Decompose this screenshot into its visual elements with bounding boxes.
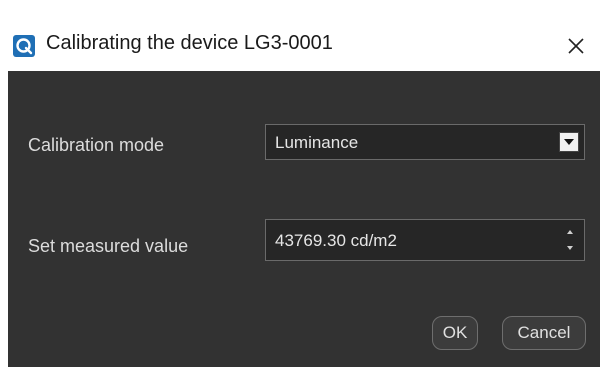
spin-up-icon[interactable]: [560, 224, 580, 240]
app-logo-icon: [13, 35, 35, 57]
spin-buttons: [560, 224, 580, 256]
close-icon[interactable]: [560, 30, 592, 62]
measured-value-spinbox[interactable]: 43769.30 cd/m2: [265, 219, 585, 261]
calibration-mode-select[interactable]: Luminance: [265, 124, 585, 160]
calibration-mode-value: Luminance: [275, 133, 359, 152]
ok-button[interactable]: OK: [432, 316, 478, 350]
measured-value-label: Set measured value: [28, 236, 189, 256]
title-bar: Calibrating the device LG3-0001: [0, 0, 601, 70]
cancel-button[interactable]: Cancel: [502, 316, 586, 350]
spin-down-icon[interactable]: [560, 240, 580, 256]
window-title: Calibrating the device LG3-0001: [46, 32, 333, 54]
calibration-mode-label: Calibration mode: [28, 135, 165, 155]
dialog-content: Calibration mode Luminance Set measured …: [8, 71, 600, 367]
calibration-dialog: Calibrating the device LG3-0001 Calibrat…: [0, 0, 601, 367]
measured-value-input[interactable]: 43769.30 cd/m2: [275, 231, 397, 251]
chevron-down-icon[interactable]: [559, 132, 579, 152]
